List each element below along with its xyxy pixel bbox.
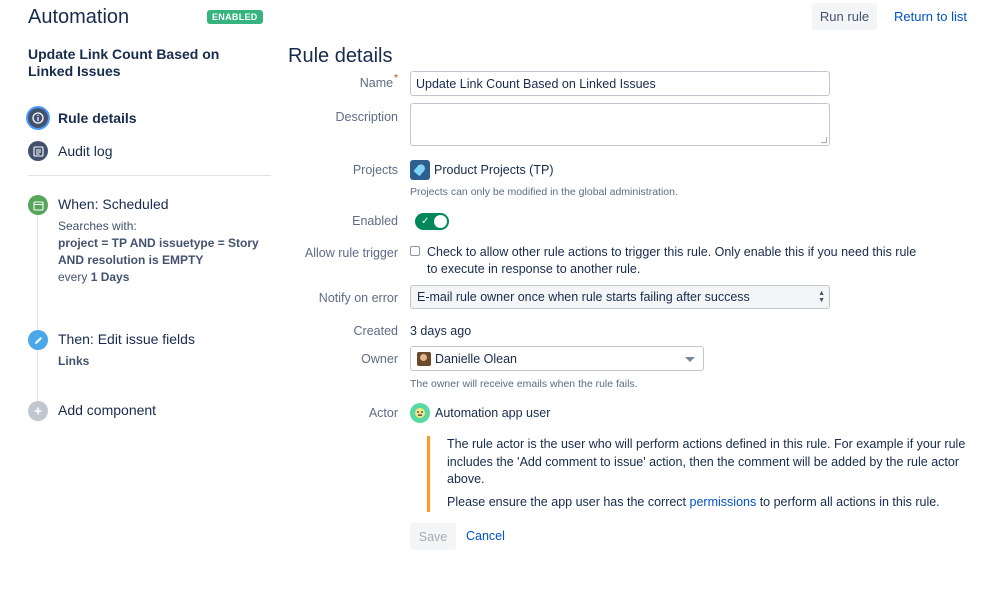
sidebar-rule-name: Update Link Count Based on Linked Issues (28, 46, 220, 79)
note-text-after: to perform all actions in this rule. (759, 494, 940, 509)
owner-select[interactable]: Danielle Olean (410, 346, 704, 371)
note-text-before: Please ensure the app user has the corre… (447, 494, 687, 509)
page-title: Automation (28, 6, 130, 28)
name-field-value: Update Link Count Based on Linked Issues (416, 76, 656, 91)
add-component-label: Add component (58, 402, 157, 418)
allow-trigger-checkbox[interactable] (410, 246, 420, 256)
plus-icon (28, 401, 48, 421)
actor-value: Automation app user (435, 406, 551, 420)
actor-info-note: The rule actor is the user who will perf… (427, 436, 967, 512)
select-arrows-icon: ▲ ▼ (818, 290, 825, 304)
allow-trigger-label: Allow rule trigger (304, 246, 398, 260)
every-prefix: every (58, 270, 88, 284)
note-paragraph-2: Please ensure the app user has the corre… (447, 494, 967, 512)
section-title: Rule details (288, 45, 393, 67)
save-button[interactable]: Save (410, 523, 456, 550)
searches-with-label: Searches with: (58, 219, 137, 233)
actor-label: Actor (368, 406, 398, 420)
robot-avatar-icon (410, 403, 430, 423)
name-label: Name* (359, 73, 398, 90)
action-component[interactable]: Then: Edit issue fields Links (28, 330, 273, 370)
notify-label: Notify on error (318, 291, 398, 305)
status-badge: ENABLED (207, 10, 263, 24)
toggle-knob (434, 215, 447, 228)
sidebar-divider (28, 175, 271, 176)
trigger-component[interactable]: When: Scheduled Searches with: project =… (28, 195, 273, 295)
calendar-icon (28, 195, 48, 215)
resize-grip-icon[interactable] (821, 137, 827, 143)
sidebar-item-label: Audit log (58, 143, 113, 159)
description-field[interactable] (410, 103, 830, 146)
run-rule-button[interactable]: Run rule (812, 3, 877, 30)
created-label: Created (353, 324, 398, 338)
enabled-toggle[interactable]: ✓ (415, 213, 449, 230)
cancel-button[interactable]: Cancel (466, 529, 505, 543)
check-icon: ✓ (421, 216, 430, 227)
sidebar-item-rule-details[interactable]: Rule details (28, 108, 137, 128)
trigger-title: When: Scheduled (58, 196, 169, 212)
allow-trigger-text: Check to allow other rule actions to tri… (427, 245, 917, 276)
owner-help: The owner will receive emails when the r… (410, 378, 638, 390)
chevron-down-icon (685, 357, 695, 362)
info-icon (28, 108, 48, 128)
enabled-label: Enabled (352, 214, 398, 228)
owner-value: Danielle Olean (435, 351, 517, 366)
projects-label: Projects (352, 163, 398, 177)
description-label: Description (335, 110, 398, 124)
permissions-link[interactable]: permissions (690, 495, 757, 509)
rocket-project-icon (410, 160, 430, 180)
schedule-interval: every 1 Days (58, 269, 129, 286)
avatar (417, 351, 431, 366)
notify-value: E-mail rule owner once when rule starts … (417, 290, 750, 304)
project-name: Product Projects (TP) (434, 163, 554, 177)
note-paragraph-1: The rule actor is the user who will perf… (447, 437, 966, 486)
owner-label: Owner (361, 352, 398, 366)
name-field[interactable]: Update Link Count Based on Linked Issues (410, 71, 830, 96)
jql-line-2: AND resolution is EMPTY (58, 253, 204, 267)
notify-select[interactable]: E-mail rule owner once when rule starts … (410, 285, 830, 309)
add-component-button[interactable]: Add component (28, 401, 188, 423)
return-to-list-link[interactable]: Return to list (894, 9, 967, 24)
sidebar-item-label: Rule details (58, 110, 137, 126)
every-value: 1 Days (90, 270, 130, 284)
project-value: Product Projects (TP) (410, 160, 553, 180)
required-marker: * (394, 73, 398, 84)
action-title: Then: Edit issue fields (58, 331, 195, 347)
log-icon (28, 141, 48, 161)
projects-help: Projects can only be modified in the glo… (410, 186, 678, 198)
name-label-text: Name (359, 76, 394, 90)
pencil-icon (28, 330, 48, 350)
created-value: 3 days ago (410, 324, 472, 338)
jql-line-1: project = TP AND issuetype = Story (58, 236, 259, 250)
sidebar-item-audit-log[interactable]: Audit log (28, 141, 112, 161)
action-detail: Links (58, 354, 90, 368)
